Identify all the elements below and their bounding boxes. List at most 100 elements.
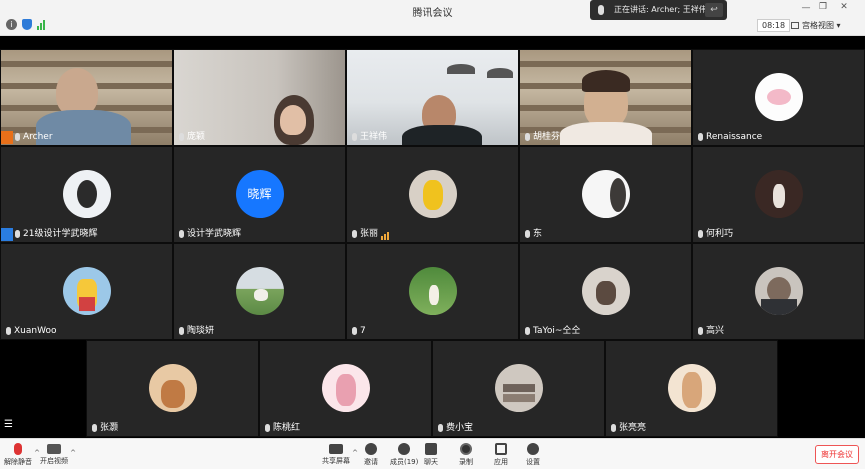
participant-tile[interactable]: 21级设计学武晓辉 bbox=[0, 146, 173, 243]
participant-avatar bbox=[581, 169, 630, 218]
participant-name: 陶琰妍 bbox=[187, 326, 215, 336]
add-person-icon bbox=[365, 443, 377, 455]
mic-icon bbox=[92, 424, 97, 432]
more-icon[interactable]: ☰ bbox=[4, 419, 16, 431]
mic-muted-icon bbox=[14, 443, 22, 455]
mic-icon bbox=[598, 5, 604, 15]
mic-icon bbox=[6, 327, 11, 335]
participant-tile[interactable]: 东 bbox=[519, 146, 692, 243]
participant-tile[interactable]: 张亮亮 bbox=[605, 340, 778, 437]
mic-icon bbox=[179, 327, 184, 335]
participant-avatar bbox=[321, 363, 370, 412]
participant-tile[interactable]: 胡桂芬 bbox=[519, 49, 692, 146]
members-button[interactable]: 成员(19) bbox=[390, 443, 418, 467]
shield-icon[interactable] bbox=[22, 19, 32, 30]
mic-icon bbox=[525, 133, 530, 141]
mic-icon bbox=[179, 133, 184, 141]
gear-icon bbox=[527, 443, 539, 455]
video-grid: Archer 庞颖 王祥伟 胡桂芬 Renaissance 21级设计学武晓辉 … bbox=[0, 36, 865, 438]
participant-name: 庞颖 bbox=[187, 132, 206, 142]
restore-icon[interactable]: ❐ bbox=[817, 2, 829, 12]
participant-name: 陈桃红 bbox=[273, 423, 301, 433]
mic-icon bbox=[15, 133, 20, 141]
speaking-text: 正在讲话: Archer; 王祥伟; bbox=[614, 5, 710, 14]
collapse-icon[interactable]: ↩ bbox=[705, 3, 723, 17]
participant-name: 何利巧 bbox=[706, 229, 734, 239]
participant-avatar bbox=[62, 169, 111, 218]
host-icon bbox=[1, 131, 13, 144]
participant-name: Renaissance bbox=[706, 132, 763, 142]
mic-icon bbox=[265, 424, 270, 432]
participant-tile[interactable]: TaYoi~仝仝 bbox=[519, 243, 692, 340]
chat-button[interactable]: 聊天 bbox=[424, 443, 438, 467]
participant-tile[interactable]: 晓辉 设计学武晓辉 bbox=[173, 146, 346, 243]
participant-name: 设计学武晓辉 bbox=[187, 229, 242, 239]
settings-button[interactable]: 设置 bbox=[526, 443, 540, 467]
participant-tile[interactable]: 何利巧 bbox=[692, 146, 865, 243]
grid-icon bbox=[791, 22, 799, 29]
volume-icon bbox=[381, 228, 390, 240]
signal-icon[interactable] bbox=[37, 19, 47, 30]
mic-icon bbox=[698, 230, 703, 238]
participant-avatar bbox=[494, 363, 543, 412]
participant-name: 王祥伟 bbox=[360, 132, 388, 142]
minimize-icon[interactable]: — bbox=[800, 3, 812, 13]
participant-name: 张亮亮 bbox=[619, 423, 647, 433]
participant-name: Archer bbox=[23, 132, 53, 142]
participant-tile[interactable]: 王祥伟 bbox=[346, 49, 519, 146]
camera-off-icon bbox=[47, 444, 61, 454]
participant-tile[interactable]: 7 bbox=[346, 243, 519, 340]
speaking-banner: 正在讲话: Archer; 王祥伟; ↩ bbox=[590, 0, 727, 20]
unmute-button[interactable]: 解除静音 ^ bbox=[4, 443, 40, 467]
participant-avatar bbox=[148, 363, 197, 412]
participant-avatar bbox=[235, 266, 284, 315]
participant-avatar bbox=[62, 266, 111, 315]
participant-name: 高兴 bbox=[706, 326, 725, 336]
participant-tile[interactable]: 陶琰妍 bbox=[173, 243, 346, 340]
members-icon bbox=[398, 443, 411, 455]
invite-button[interactable]: 邀请 bbox=[364, 443, 378, 467]
participant-name: 胡桂芬 bbox=[533, 132, 561, 142]
title-bar: 腾讯会议 i 08:18 宫格视图 ▾ — ❐ ✕ bbox=[0, 0, 865, 36]
participant-tile[interactable]: Renaissance bbox=[692, 49, 865, 146]
mic-icon bbox=[698, 327, 703, 335]
participant-tile[interactable]: 高兴 bbox=[692, 243, 865, 340]
participant-tile[interactable]: XuanWoo bbox=[0, 243, 173, 340]
participant-avatar bbox=[754, 266, 803, 315]
participant-tile[interactable]: 庞颖 bbox=[173, 49, 346, 146]
info-icon[interactable]: i bbox=[6, 19, 17, 30]
mic-icon bbox=[525, 327, 530, 335]
participant-tile[interactable]: 费小宝 bbox=[432, 340, 605, 437]
participant-avatar bbox=[754, 169, 803, 218]
mic-icon bbox=[611, 424, 616, 432]
participant-name: 费小宝 bbox=[446, 423, 474, 433]
view-mode-button[interactable]: 宫格视图 ▾ bbox=[789, 18, 841, 33]
mic-icon bbox=[15, 230, 20, 238]
record-button[interactable]: 录制 bbox=[459, 443, 473, 467]
chevron-up-icon[interactable]: ^ bbox=[70, 449, 76, 457]
lamp-icon bbox=[487, 68, 513, 78]
share-screen-button[interactable]: 共享屏幕 ^ bbox=[322, 443, 358, 466]
participant-tile[interactable]: 陈桃红 bbox=[259, 340, 432, 437]
window-title: 腾讯会议 bbox=[412, 8, 453, 19]
participant-tile[interactable]: 张丽 bbox=[346, 146, 519, 243]
participant-name: 张灏 bbox=[100, 423, 119, 433]
participant-tile[interactable]: Archer bbox=[0, 49, 173, 146]
chevron-up-icon[interactable]: ^ bbox=[352, 449, 358, 457]
participant-avatar bbox=[408, 266, 457, 315]
participant-tile[interactable]: 张灏 bbox=[86, 340, 259, 437]
leave-meeting-button[interactable]: 离开会议 bbox=[815, 445, 859, 464]
participant-avatar bbox=[667, 363, 716, 412]
chat-icon bbox=[425, 443, 437, 455]
close-icon[interactable]: ✕ bbox=[838, 2, 850, 12]
participant-name: TaYoi~仝仝 bbox=[533, 326, 581, 336]
participant-name: 张丽 bbox=[360, 229, 379, 239]
start-video-button[interactable]: 开启视频 ^ bbox=[40, 443, 76, 466]
participant-avatar bbox=[581, 266, 630, 315]
mic-icon bbox=[352, 133, 357, 141]
apps-icon bbox=[495, 443, 507, 455]
mic-icon bbox=[179, 230, 184, 238]
meeting-timer: 08:18 bbox=[757, 19, 791, 32]
apps-button[interactable]: 应用 bbox=[494, 443, 508, 467]
mic-icon bbox=[438, 424, 443, 432]
